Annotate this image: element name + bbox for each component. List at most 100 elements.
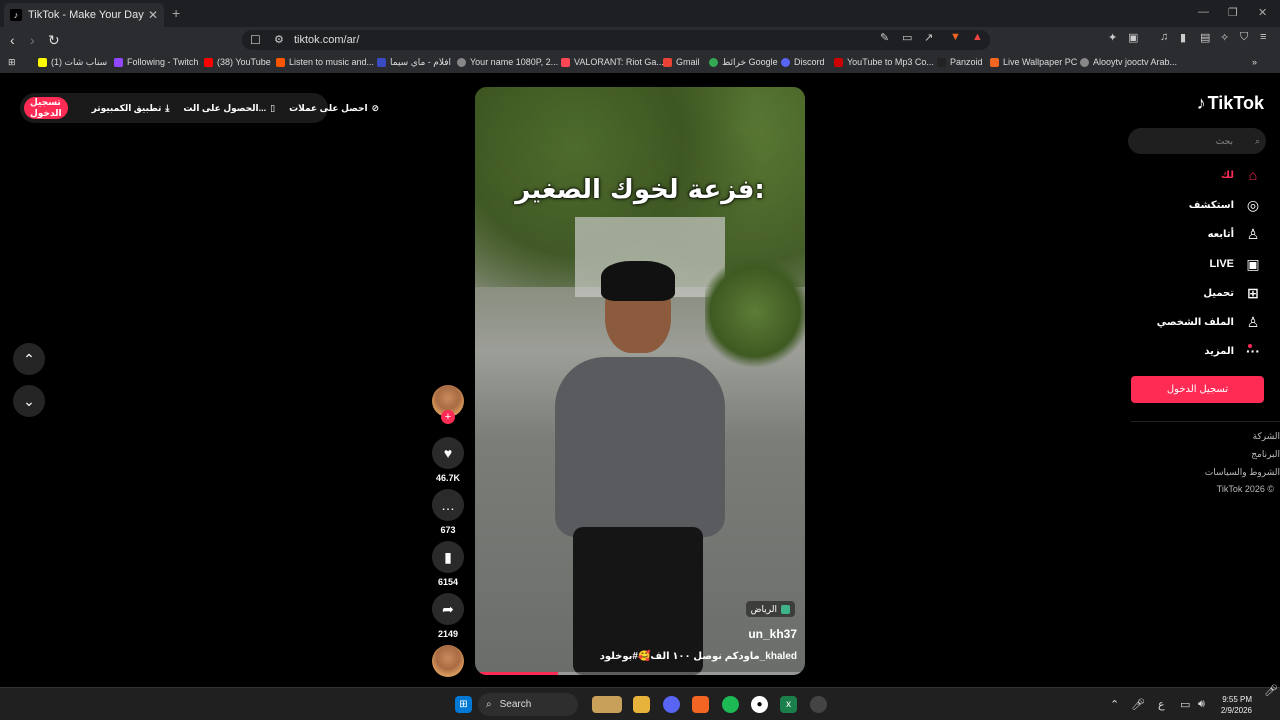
bookmark-item[interactable]: (38) YouTube bbox=[204, 57, 271, 67]
share-icon[interactable]: ↗ bbox=[924, 31, 933, 44]
microphone-icon[interactable]: 🎤︎ bbox=[1131, 698, 1145, 711]
notification-icon[interactable]: 🎤︎ bbox=[1264, 684, 1278, 697]
nav-more[interactable]: المزيد ··· bbox=[1204, 341, 1262, 361]
nav-explore[interactable]: استكشف ◎ bbox=[1189, 195, 1262, 215]
bookmark-item[interactable]: افلام - ماي سيما bbox=[377, 57, 451, 68]
volume-icon[interactable]: 🔊︎ bbox=[1198, 698, 1205, 711]
video-caption-overlay: فزعة لخوك الصغير: bbox=[515, 175, 765, 205]
heart-icon: ♥ bbox=[432, 437, 464, 469]
taskbar-search[interactable]: ⌕ Search bbox=[478, 693, 578, 716]
signin-button[interactable]: تسجيل الدخول bbox=[1131, 376, 1264, 403]
forward-icon[interactable]: › bbox=[30, 32, 35, 48]
search-input[interactable]: بحث ⌕ bbox=[1128, 128, 1266, 154]
taskbar-clock[interactable]: 9:55 PM 2/9/2026 bbox=[1221, 694, 1252, 716]
bookmark-icon[interactable]: ☐ bbox=[250, 33, 261, 47]
location-icon bbox=[781, 604, 790, 614]
bookmark-item[interactable]: Alooytv jooctv Arab... bbox=[1080, 57, 1177, 67]
previous-video-button[interactable]: ⌃ bbox=[13, 343, 45, 375]
bookmark-item[interactable]: Gmail bbox=[663, 57, 700, 67]
menu-icon[interactable]: ≡ bbox=[1260, 31, 1266, 43]
footer-company-link[interactable]: الشركة bbox=[1253, 431, 1280, 442]
more-bookmarks-icon[interactable]: » bbox=[1252, 57, 1257, 67]
media-icon[interactable]: ♫ bbox=[1160, 31, 1168, 43]
minimize-icon[interactable]: — bbox=[1198, 6, 1209, 18]
bookmark-item[interactable]: (1) سناب شات bbox=[38, 57, 107, 68]
tiktok-logo[interactable]: ♪ TikTok bbox=[1197, 93, 1264, 114]
comment-button[interactable]: … 673 bbox=[431, 489, 465, 535]
nav-following[interactable]: أتابعه ♙ bbox=[1208, 224, 1262, 244]
excel-icon[interactable]: x bbox=[780, 696, 797, 713]
nav-for-you[interactable]: لك ⌂ bbox=[1221, 165, 1262, 185]
bookmark-item[interactable]: Live Wallpaper PC bbox=[990, 57, 1077, 67]
save-button[interactable]: ▮ 6154 bbox=[431, 541, 465, 587]
spotify-icon[interactable] bbox=[722, 696, 739, 713]
bookmark-item[interactable]: Panzoid bbox=[937, 57, 983, 67]
wallet-icon[interactable]: ▤ bbox=[1200, 31, 1210, 44]
network-icon[interactable]: ▭ bbox=[1180, 698, 1190, 711]
video-frame-person bbox=[515, 261, 765, 675]
windows-start-icon[interactable]: ⊞ bbox=[455, 696, 472, 713]
bookmark-item[interactable]: خرائط Google bbox=[709, 57, 778, 68]
cast-icon[interactable]: ▭ bbox=[902, 31, 912, 44]
discord-icon[interactable] bbox=[663, 696, 680, 713]
get-app-link[interactable]: الحصول على الت... ▯ bbox=[183, 103, 275, 114]
close-window-icon[interactable]: ✕ bbox=[1258, 6, 1267, 19]
brave-rewards-icon[interactable]: ▲ bbox=[972, 31, 983, 43]
close-tab-icon[interactable]: ✕ bbox=[148, 8, 158, 22]
brave-browser-icon[interactable] bbox=[692, 696, 709, 713]
home-icon: ⌂ bbox=[1248, 167, 1258, 183]
location-tag[interactable]: الرياض bbox=[745, 601, 795, 617]
share-button[interactable]: ➦ 2149 bbox=[431, 593, 465, 639]
url-bar[interactable]: ☐ ⚙ tiktok.com/ar/ bbox=[242, 30, 990, 50]
keyboard-language[interactable]: ع bbox=[1158, 698, 1165, 711]
obs-icon[interactable]: ● bbox=[751, 696, 768, 713]
browser-tab[interactable]: ♪ TikTok - Make Your Day ✕ bbox=[4, 3, 164, 27]
footer-program-link[interactable]: البرنامج bbox=[1251, 449, 1280, 460]
footer-terms-link[interactable]: الشروط والسياسات bbox=[1205, 467, 1280, 478]
nav-profile[interactable]: الملف الشخصي ♙ bbox=[1157, 312, 1262, 332]
tab-title: TikTok - Make Your Day bbox=[28, 9, 144, 21]
tiktok-note-icon: ♪ bbox=[1196, 93, 1206, 113]
follow-plus-icon[interactable]: + bbox=[441, 410, 455, 424]
download-icon: ⤓ bbox=[165, 102, 170, 113]
translate-icon[interactable]: ✎ bbox=[880, 31, 889, 44]
tray-chevron-icon[interactable]: ⌃ bbox=[1110, 698, 1119, 711]
sidebar-toggle-icon[interactable]: ▮ bbox=[1180, 31, 1186, 44]
coin-icon: ⊘ bbox=[371, 102, 380, 113]
brave-shield-icon[interactable]: ▼ bbox=[950, 31, 961, 43]
leo-icon[interactable]: ✧ bbox=[1220, 31, 1229, 44]
screenshot-icon[interactable]: ▣ bbox=[1128, 31, 1138, 44]
signin-pill-button[interactable]: تسجيل الدخول bbox=[24, 97, 68, 119]
right-sidebar: ♪ TikTok بحث ⌕ لك ⌂ استكشف ◎ أتابعه ♙ LIVE ▣… bbox=[1120, 73, 1280, 687]
desktop-app-link[interactable]: تطبيق الكمبيوتر ⤓ bbox=[92, 103, 170, 114]
file-explorer-icon[interactable] bbox=[633, 696, 650, 713]
video-progress-bar[interactable] bbox=[475, 672, 805, 675]
bookmark-item[interactable]: YouTube to Mp3 Co... bbox=[834, 57, 934, 67]
video-player[interactable]: فزعة لخوك الصغير: الرياض un_kh37 ماودكم … bbox=[475, 87, 805, 675]
search-icon[interactable]: ⌕ bbox=[1255, 136, 1260, 147]
site-settings-icon[interactable]: ⚙ bbox=[274, 33, 284, 46]
bookmark-item[interactable]: Your name 1080P, 2... bbox=[457, 57, 558, 67]
bookmark-item[interactable]: VALORANT: Riot Ga... bbox=[561, 57, 664, 67]
reload-icon[interactable]: ↻ bbox=[48, 32, 60, 49]
vpn-icon[interactable]: ⛉ bbox=[1240, 31, 1248, 44]
nav-upload[interactable]: تحميل ⊞ bbox=[1203, 283, 1262, 303]
nav-live[interactable]: LIVE ▣ bbox=[1210, 254, 1262, 274]
widgets-icon[interactable] bbox=[592, 696, 622, 713]
back-icon[interactable]: ‹ bbox=[10, 32, 15, 48]
get-coins-link[interactable]: احصل على عملات ⊘ bbox=[289, 103, 379, 114]
like-button[interactable]: ♥ 46.7K bbox=[431, 437, 465, 483]
extensions-icon[interactable]: ✦ bbox=[1108, 31, 1117, 44]
next-video-button[interactable]: ⌄ bbox=[13, 385, 45, 417]
video-author-username[interactable]: un_kh37 bbox=[748, 627, 797, 641]
maximize-icon[interactable]: ❐ bbox=[1228, 6, 1238, 19]
bookmark-item[interactable]: Discord bbox=[781, 57, 825, 67]
steam-icon[interactable] bbox=[810, 696, 827, 713]
bookmark-item[interactable]: Listen to music and... bbox=[276, 57, 374, 67]
author-avatar-button[interactable]: + bbox=[431, 385, 465, 424]
bookmarks-bar: ⊞ (1) سناب شات Following - Twitch (38) Y… bbox=[0, 53, 1280, 73]
music-disc-button[interactable] bbox=[431, 645, 465, 677]
new-tab-button[interactable]: + bbox=[172, 5, 180, 21]
apps-icon[interactable]: ⊞ bbox=[8, 57, 16, 68]
bookmark-item[interactable]: Following - Twitch bbox=[114, 57, 198, 67]
